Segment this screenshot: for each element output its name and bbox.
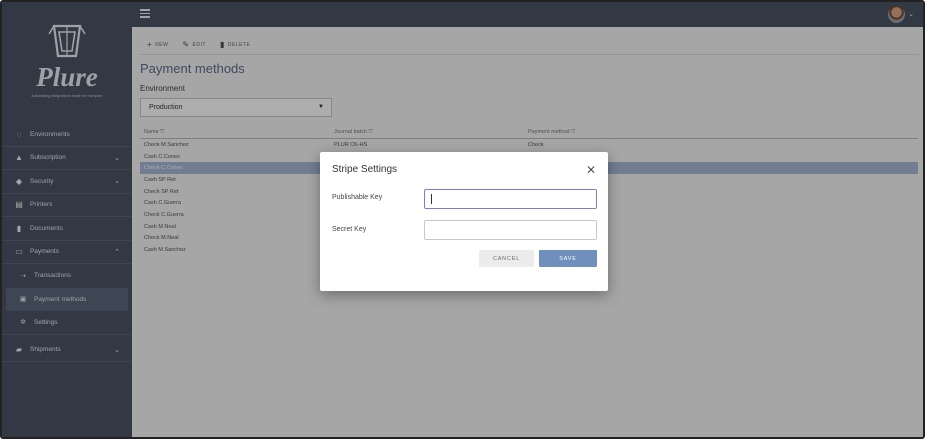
- secret-key-input[interactable]: [424, 220, 597, 240]
- publishable-key-input[interactable]: [424, 189, 597, 209]
- publishable-key-label: Publishable Key: [332, 194, 383, 201]
- secret-key-label: Secret Key: [332, 226, 367, 233]
- text-cursor: [431, 194, 432, 204]
- stripe-settings-dialog: Stripe Settings ✕ Publishable Key Secret…: [320, 152, 608, 291]
- cancel-button[interactable]: CANCEL: [479, 250, 534, 267]
- save-button[interactable]: SAVE: [539, 250, 597, 267]
- close-icon[interactable]: ✕: [586, 164, 596, 176]
- dialog-title: Stripe Settings: [332, 164, 398, 175]
- app-window: Plure Automating integrations made for e…: [0, 0, 925, 439]
